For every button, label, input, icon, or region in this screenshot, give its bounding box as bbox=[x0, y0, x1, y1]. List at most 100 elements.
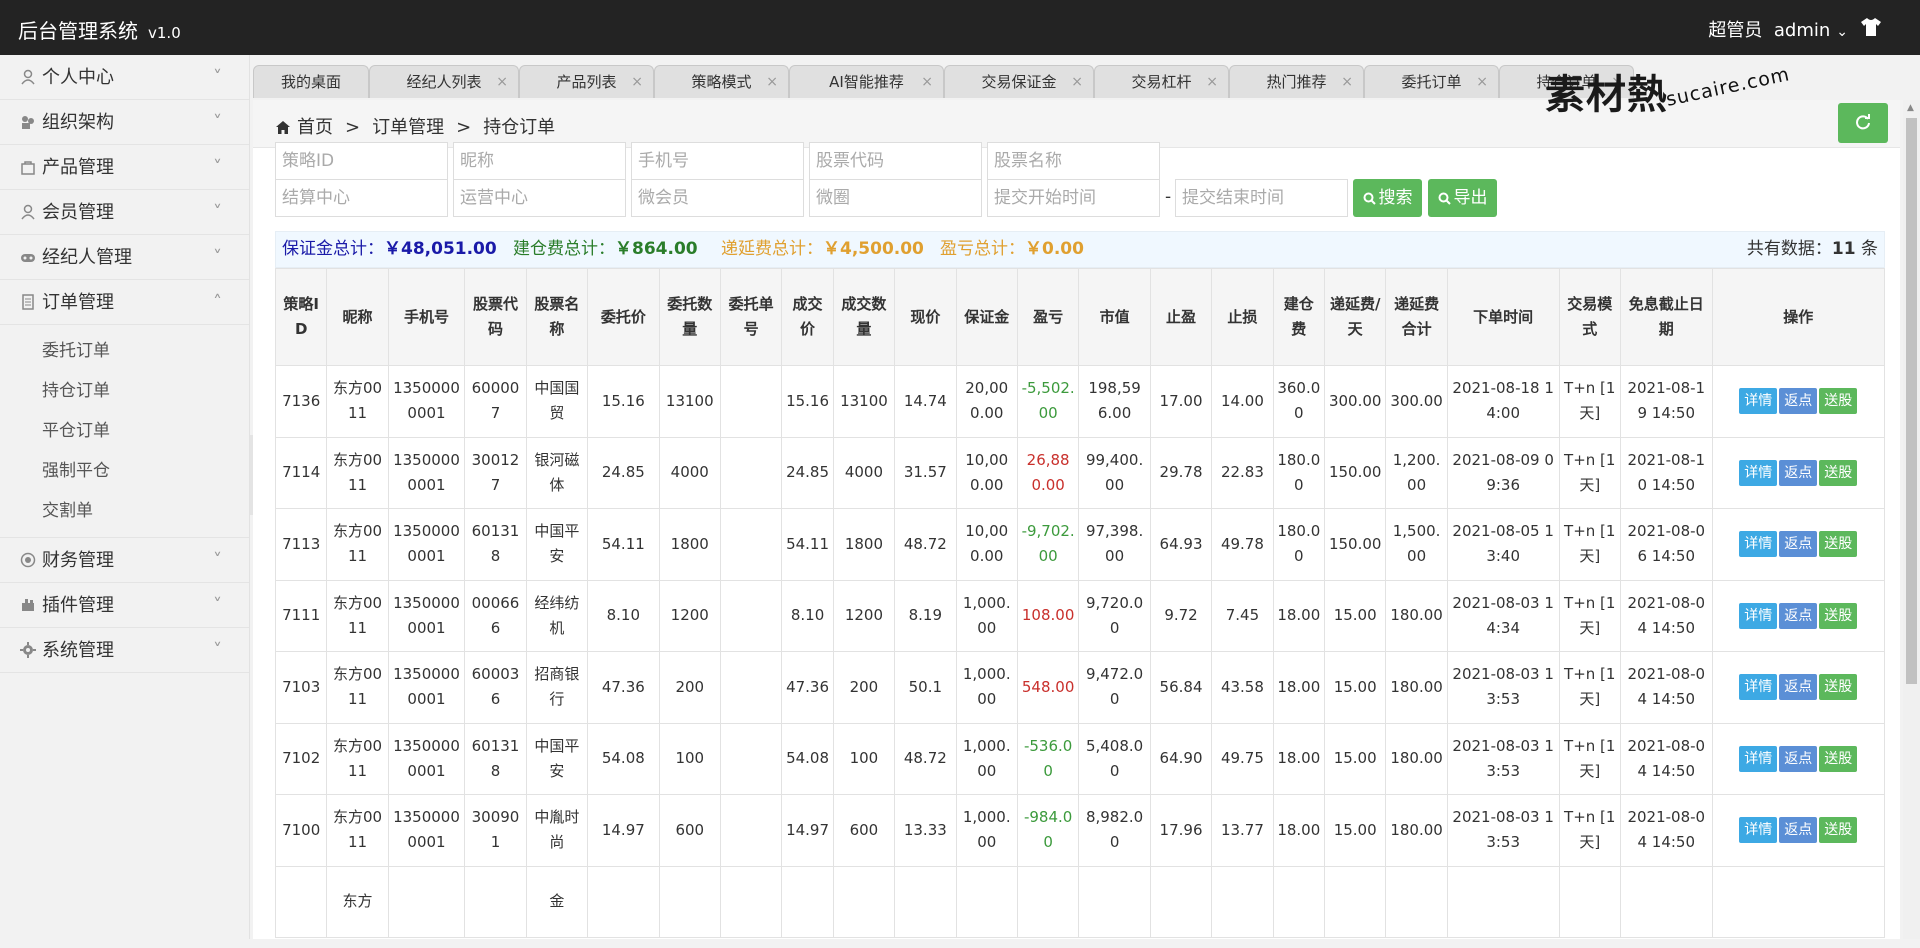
sidebar-subitem-4[interactable]: 交割单 bbox=[0, 491, 249, 531]
column-header: 股票名称 bbox=[525, 268, 589, 366]
export-button[interactable]: 导出 bbox=[1428, 179, 1497, 217]
phone-input[interactable] bbox=[631, 142, 804, 180]
app-brand[interactable]: 后台管理系统 v1.0 bbox=[18, 15, 181, 44]
tab-5[interactable]: 交易保证金 × bbox=[944, 65, 1094, 98]
table-cell: T+n [1天] bbox=[1558, 365, 1621, 438]
table-cell: 7.45 bbox=[1211, 579, 1274, 652]
rebate-button[interactable]: 返点 bbox=[1779, 388, 1818, 415]
close-icon[interactable]: × bbox=[1476, 66, 1488, 98]
rebate-button[interactable]: 返点 bbox=[1779, 602, 1818, 629]
sidebar-item-bottom-2[interactable]: 系统管理 ˅ bbox=[0, 628, 249, 673]
gift-shares-button[interactable]: 送股 bbox=[1819, 745, 1858, 772]
micro-circle-input[interactable] bbox=[809, 179, 982, 217]
table-cell: 13.33 bbox=[894, 794, 957, 867]
scrollbar-thumb[interactable] bbox=[1906, 118, 1917, 684]
tab-8[interactable]: 委托订单 × bbox=[1364, 65, 1499, 98]
gift-shares-button[interactable]: 送股 bbox=[1819, 531, 1858, 558]
micro-member-input[interactable] bbox=[631, 179, 804, 217]
detail-button[interactable]: 详情 bbox=[1739, 674, 1778, 701]
close-icon[interactable]: × bbox=[631, 66, 643, 98]
chevron-down-icon: ˅ bbox=[213, 550, 222, 571]
close-icon[interactable]: × bbox=[496, 66, 508, 98]
sidebar-item-3[interactable]: 会员管理 ˅ bbox=[0, 190, 249, 235]
nickname-input[interactable] bbox=[453, 142, 626, 180]
sidebar-item-5[interactable]: 订单管理 ˄ bbox=[0, 280, 249, 325]
end-time-input[interactable] bbox=[1175, 179, 1348, 217]
sidebar-item-bottom-0[interactable]: 财务管理 ˅ bbox=[0, 538, 249, 583]
tab-7[interactable]: 热门推荐 × bbox=[1229, 65, 1364, 98]
search-button[interactable]: 搜索 bbox=[1353, 179, 1422, 217]
refresh-button[interactable] bbox=[1838, 103, 1888, 143]
table-cell: 东方0011 bbox=[326, 579, 389, 652]
sidebar-item-0[interactable]: 个人中心 ˅ bbox=[0, 55, 249, 100]
table-cell bbox=[1323, 865, 1387, 938]
tab-2[interactable]: 产品列表 × bbox=[519, 65, 654, 98]
sidebar-item-1[interactable]: 组织架构 ˅ bbox=[0, 100, 249, 145]
tab-0[interactable]: 我的桌面 bbox=[253, 65, 369, 98]
gift-shares-button[interactable]: 送股 bbox=[1819, 817, 1858, 844]
sidebar-subitem-2[interactable]: 平仓订单 bbox=[0, 411, 249, 451]
gift-shares-button[interactable]: 送股 bbox=[1819, 602, 1858, 629]
strategy-id-input[interactable] bbox=[275, 142, 448, 180]
table-cell: 43.58 bbox=[1211, 651, 1274, 724]
sidebar-subitem-1[interactable]: 持仓订单 bbox=[0, 371, 249, 411]
column-header: 成交数量 bbox=[832, 268, 896, 366]
sidebar-item-bottom-1[interactable]: 插件管理 ˅ bbox=[0, 583, 249, 628]
chevron-down-icon: ˅ bbox=[213, 595, 222, 616]
detail-button[interactable]: 详情 bbox=[1739, 531, 1778, 558]
rebate-button[interactable]: 返点 bbox=[1779, 459, 1818, 486]
finance-icon bbox=[20, 552, 36, 568]
detail-button[interactable]: 详情 bbox=[1739, 602, 1778, 629]
settle-center-input[interactable] bbox=[275, 179, 448, 217]
rebate-button[interactable]: 返点 bbox=[1779, 531, 1818, 558]
detail-button[interactable]: 详情 bbox=[1739, 817, 1778, 844]
gift-shares-button[interactable]: 送股 bbox=[1819, 459, 1858, 486]
table-cell bbox=[1558, 865, 1621, 938]
breadcrumb-home[interactable]: 首页 bbox=[297, 117, 333, 138]
tab-1[interactable]: 经纪人列表 × bbox=[369, 65, 519, 98]
gift-shares-button[interactable]: 送股 bbox=[1819, 388, 1858, 415]
breadcrumb-level1[interactable]: 订单管理 bbox=[372, 117, 444, 138]
rebate-button[interactable]: 返点 bbox=[1779, 745, 1818, 772]
sidebar-item-4[interactable]: 经纪人管理 ˅ bbox=[0, 235, 249, 280]
table-cell bbox=[1272, 865, 1325, 938]
stock-code-input[interactable] bbox=[809, 142, 982, 180]
start-time-input[interactable] bbox=[987, 179, 1160, 217]
tab-3[interactable]: 策略模式 × bbox=[654, 65, 789, 98]
rebate-button[interactable]: 返点 bbox=[1779, 817, 1818, 844]
table-cell bbox=[1619, 865, 1713, 938]
close-icon[interactable]: × bbox=[766, 66, 778, 98]
table-cell: 2021-08-04 14:50 bbox=[1619, 722, 1713, 795]
close-icon[interactable]: × bbox=[1341, 66, 1353, 98]
margin-total: 保证金总计：￥48,051.00 bbox=[282, 239, 497, 259]
scroll-up-icon[interactable]: ▲ bbox=[1907, 103, 1914, 113]
table-cell: 108.00 bbox=[1016, 579, 1080, 652]
ops-center-input[interactable] bbox=[453, 179, 626, 217]
tab-4[interactable]: AI智能推荐 × bbox=[789, 65, 944, 98]
chevron-down-icon: ⌄ bbox=[1836, 24, 1848, 40]
close-icon[interactable]: × bbox=[1071, 66, 1083, 98]
table-row: 7103 东方0011 13500000001 600036 招商银行 47.36 200 4… bbox=[275, 651, 1885, 724]
close-icon[interactable]: × bbox=[921, 66, 933, 98]
stock-name-input[interactable] bbox=[987, 142, 1160, 180]
summary-bar: 保证金总计：￥48,051.00 建仓费总计：￥864.00 递延费总计：￥4,… bbox=[275, 231, 1885, 268]
table-cell: 经纬纺机 bbox=[525, 579, 589, 652]
detail-button[interactable]: 详情 bbox=[1739, 459, 1778, 486]
table-cell: 5,408.00 bbox=[1078, 722, 1151, 795]
user-menu[interactable]: 超管员 admin ⌄ bbox=[1708, 16, 1848, 42]
vertical-scrollbar[interactable]: ▲ bbox=[1903, 100, 1920, 939]
sidebar-item-2[interactable]: 产品管理 ˅ bbox=[0, 145, 249, 190]
rebate-button[interactable]: 返点 bbox=[1779, 674, 1818, 701]
tab-6[interactable]: 交易杠杆 × bbox=[1094, 65, 1229, 98]
gift-shares-button[interactable]: 送股 bbox=[1819, 674, 1858, 701]
detail-button[interactable]: 详情 bbox=[1739, 745, 1778, 772]
table-cell: 150.00 bbox=[1323, 508, 1387, 581]
shirt-icon[interactable] bbox=[1860, 17, 1882, 37]
sidebar-subitem-0[interactable]: 委托订单 bbox=[0, 331, 249, 371]
table-cell: 7102 bbox=[275, 722, 328, 795]
sidebar-subitem-3[interactable]: 强制平仓 bbox=[0, 451, 249, 491]
table-cell: T+n [1天] bbox=[1558, 651, 1621, 724]
tab-label: AI智能推荐 bbox=[829, 73, 904, 91]
detail-button[interactable]: 详情 bbox=[1739, 388, 1778, 415]
close-icon[interactable]: × bbox=[1206, 66, 1218, 98]
